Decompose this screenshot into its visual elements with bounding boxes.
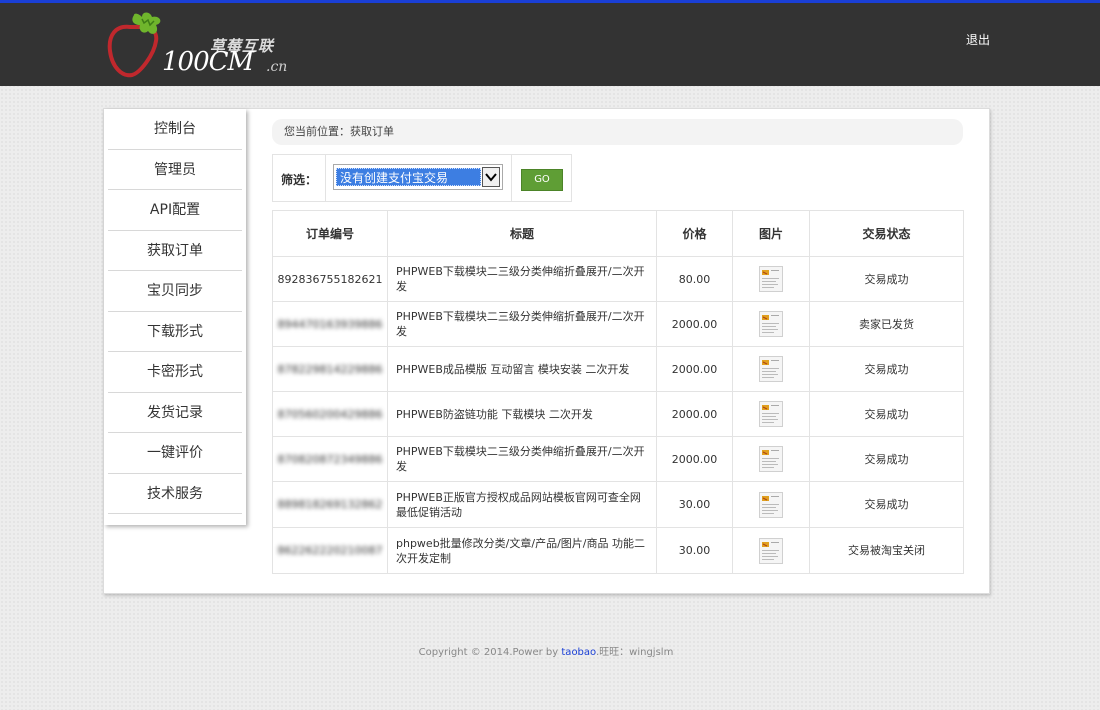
status-filter-select[interactable]: 没有创建支付宝交易	[333, 164, 503, 190]
order-image-cell	[732, 301, 810, 347]
logo[interactable]: 草莓互联 100CM .cn	[104, 11, 294, 83]
order-image-cell	[732, 481, 810, 528]
table-row[interactable]: 870820872349886 PHPWEB下载模块二三级分类伸缩折叠展开/二次开…	[272, 436, 964, 482]
order-image-cell	[732, 527, 810, 574]
table-row[interactable]: 862262220210087 phpweb批量修改分类/文章/产品/图片/商品 …	[272, 527, 964, 574]
order-status-cell: 交易成功	[809, 256, 964, 302]
logo-english-text: 100CM	[162, 47, 254, 77]
status-filter-selected-value: 没有创建支付宝交易	[336, 168, 481, 186]
order-image-cell	[732, 256, 810, 302]
order-id-cell: 892836755182621	[272, 256, 388, 302]
order-price-cell: 2000.00	[656, 301, 733, 347]
footer-copyright: Copyright © 2014.Power by	[418, 647, 562, 658]
sidebar: 控制台 管理员 API配置 获取订单 宝贝同步 下载形式 卡密形式 发货记录 一…	[104, 109, 246, 525]
sidebar-item-delivery-log[interactable]: 发货记录	[108, 393, 242, 433]
table-row[interactable]: 892836755182621 PHPWEB下载模块二三级分类伸缩折叠展开/二次开…	[272, 256, 964, 302]
order-id-cell: 878229814229886	[272, 346, 388, 392]
sidebar-item-tech-service[interactable]: 技术服务	[108, 474, 242, 514]
filter-label: 筛选：	[281, 173, 318, 187]
broken-image-icon[interactable]	[759, 401, 783, 427]
order-status-cell: 交易成功	[809, 346, 964, 392]
order-price-cell: 30.00	[656, 481, 733, 528]
order-id-cell: 870560200429886	[272, 391, 388, 437]
table-row[interactable]: 878229814229886 PHPWEB成品模版 互动留言 模块安装 二次开发…	[272, 346, 964, 392]
sidebar-item-fetch-orders[interactable]: 获取订单	[108, 231, 242, 271]
broken-image-icon[interactable]	[759, 491, 783, 518]
table-row[interactable]: 894470163939886 PHPWEB下载模块二三级分类伸缩折叠展开/二次开…	[272, 301, 964, 347]
go-button[interactable]: GO	[521, 169, 563, 191]
footer-taobao-link[interactable]: taobao	[561, 647, 596, 658]
sidebar-item-download-mode[interactable]: 下载形式	[108, 312, 242, 352]
order-price-cell: 2000.00	[656, 436, 733, 482]
column-header-title: 标题	[387, 210, 657, 257]
footer-contact: .旺旺：wingjslm	[595, 647, 674, 658]
sidebar-item-one-click-review[interactable]: 一键评价	[108, 433, 242, 474]
broken-image-icon[interactable]	[759, 356, 783, 382]
breadcrumb: 您当前位置：获取订单	[272, 119, 963, 145]
table-header-row: 订单编号 标题 价格 图片 交易状态	[272, 210, 964, 257]
order-title-cell[interactable]: PHPWEB下载模块二三级分类伸缩折叠展开/二次开发	[387, 301, 657, 347]
sidebar-item-admin[interactable]: 管理员	[108, 150, 242, 190]
order-status-cell: 卖家已发货	[809, 301, 964, 347]
order-image-cell	[732, 436, 810, 482]
sidebar-item-api-config[interactable]: API配置	[108, 190, 242, 231]
header: 草莓互联 100CM .cn 退出	[0, 3, 1100, 86]
order-title-cell[interactable]: PHPWEB防盗链功能 下载模块 二次开发	[387, 391, 657, 437]
main-panel: 控制台 管理员 API配置 获取订单 宝贝同步 下载形式 卡密形式 发货记录 一…	[103, 108, 990, 594]
filter-divider	[511, 155, 512, 201]
sidebar-item-console[interactable]: 控制台	[108, 109, 242, 150]
chevron-down-icon[interactable]	[482, 167, 500, 187]
order-id-cell: 862262220210087	[272, 527, 388, 574]
order-price-cell: 80.00	[656, 256, 733, 302]
logout-link[interactable]: 退出	[966, 31, 990, 48]
broken-image-icon[interactable]	[759, 537, 783, 564]
order-title-cell[interactable]: PHPWEB正版官方授权成品网站模板官网可查全网最低促销活动	[387, 481, 657, 528]
order-id-cell: 889818269132862	[272, 481, 388, 528]
filter-bar: 筛选： 没有创建支付宝交易 GO	[272, 154, 572, 202]
order-status-cell: 交易被淘宝关闭	[809, 527, 964, 574]
order-image-cell	[732, 346, 810, 392]
order-status-cell: 交易成功	[809, 436, 964, 482]
order-title-cell[interactable]: PHPWEB下载模块二三级分类伸缩折叠展开/二次开发	[387, 256, 657, 302]
broken-image-icon[interactable]	[759, 266, 783, 292]
order-title-cell[interactable]: PHPWEB成品模版 互动留言 模块安装 二次开发	[387, 346, 657, 392]
order-status-cell: 交易成功	[809, 481, 964, 528]
broken-image-icon[interactable]	[759, 446, 783, 472]
order-price-cell: 30.00	[656, 527, 733, 574]
order-price-cell: 2000.00	[656, 346, 733, 392]
sidebar-item-card-mode[interactable]: 卡密形式	[108, 352, 242, 393]
column-header-image: 图片	[732, 210, 810, 257]
order-image-cell	[732, 391, 810, 437]
sidebar-item-item-sync[interactable]: 宝贝同步	[108, 271, 242, 312]
column-header-price: 价格	[656, 210, 733, 257]
order-id-cell: 894470163939886	[272, 301, 388, 347]
column-header-status: 交易状态	[809, 210, 964, 257]
order-id-cell: 870820872349886	[272, 436, 388, 482]
orders-table: 订单编号 标题 价格 图片 交易状态 892836755182621 PHPWEB…	[272, 210, 964, 574]
filter-divider	[325, 155, 326, 201]
broken-image-icon[interactable]	[759, 311, 783, 337]
order-title-cell[interactable]: PHPWEB下载模块二三级分类伸缩折叠展开/二次开发	[387, 436, 657, 482]
order-price-cell: 2000.00	[656, 391, 733, 437]
order-status-cell: 交易成功	[809, 391, 964, 437]
table-row[interactable]: 889818269132862 PHPWEB正版官方授权成品网站模板官网可查全网最…	[272, 481, 964, 528]
order-title-cell[interactable]: phpweb批量修改分类/文章/产品/图片/商品 功能二次开发定制	[387, 527, 657, 574]
column-header-order-id: 订单编号	[272, 210, 388, 257]
table-row[interactable]: 870560200429886 PHPWEB防盗链功能 下载模块 二次开发 2000…	[272, 391, 964, 437]
footer: Copyright © 2014.Power by taobao.旺旺：wing…	[0, 643, 1092, 658]
logo-domain-suffix: .cn	[266, 59, 288, 75]
